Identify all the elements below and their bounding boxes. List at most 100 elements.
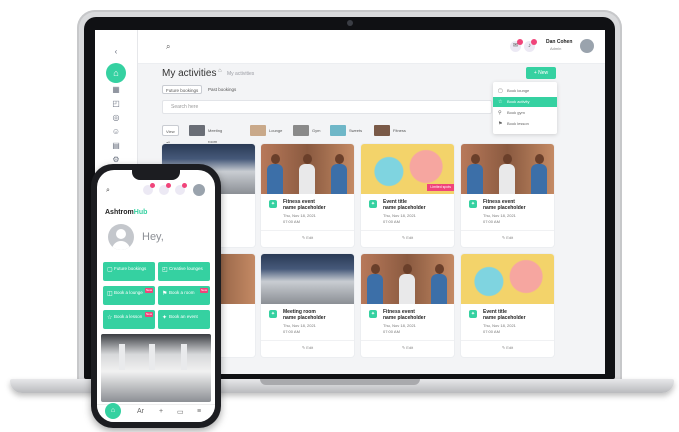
menu-item-label: Book lounge	[507, 88, 530, 93]
card-time: 07:00 AM	[483, 219, 500, 224]
card-image	[461, 144, 554, 194]
breadcrumb[interactable]: My activities	[227, 71, 254, 77]
phone-button-book-lesson[interactable]: ☆ Book a lesson New	[103, 310, 155, 329]
menu-item-book-lounge[interactable]: ▢ Book lounge	[493, 86, 557, 96]
card-subtitle: name placeholder	[383, 205, 426, 211]
collapse-icon[interactable]: ‹	[110, 46, 122, 58]
activity-icon: ✦	[469, 200, 477, 208]
card-time: 07:00 AM	[483, 329, 500, 334]
filter-fitness[interactable]: Fitness	[393, 125, 406, 136]
search-icon[interactable]: ⌕	[106, 187, 110, 195]
new-booking-menu: ▢ Book lounge ☆ Book activity ⚲ Book gym ⚑ B…	[493, 82, 557, 134]
edit-button[interactable]: ✎ Edit	[361, 230, 454, 247]
booking-card[interactable]: ✦ Fitness event name placeholder Thu, No…	[361, 254, 454, 357]
camera-icon	[347, 20, 353, 26]
avatar[interactable]	[580, 39, 594, 53]
edit-button[interactable]: ✎ Edit	[261, 230, 354, 247]
sidebar-item-bookings[interactable]: ◰	[110, 98, 122, 110]
button-label: Book an event	[169, 314, 198, 319]
search-icon[interactable]: ⌕	[166, 42, 170, 52]
phone-button-future-bookings[interactable]: ▢ Future bookings	[103, 262, 155, 281]
menu-item-book-activity[interactable]: ☆ Book activity	[493, 97, 557, 107]
card-date: Thu, Nov 18, 2021	[483, 323, 516, 328]
sidebar-item-home[interactable]: ⌂	[106, 63, 126, 83]
bell-icon[interactable]: ♪	[524, 39, 537, 52]
phone-button-book-room[interactable]: ⚑ Book a room New	[158, 286, 210, 305]
card-subtitle: name placeholder	[283, 205, 326, 211]
sidebar-item-lounges[interactable]: ◎	[110, 112, 122, 124]
bell-icon[interactable]	[159, 183, 171, 195]
menu-item-book-gym[interactable]: ⚲ Book gym	[493, 108, 557, 118]
phone-button-book-lounge[interactable]: ◫ Book a lounge New	[103, 286, 155, 305]
booking-card[interactable]: Limited spots ✦ Event title name placeho…	[361, 144, 454, 247]
booking-card[interactable]: ✦ Event title name placeholder Thu, Nov …	[461, 254, 554, 357]
menu-item-label: Book gym	[507, 110, 525, 115]
button-label: Creative lounges	[169, 266, 203, 271]
brand-name: Ashtrom	[105, 209, 134, 216]
menu-item-label: Book activity	[507, 99, 530, 104]
filter-sweets[interactable]: Sweets	[349, 125, 362, 136]
card-subtitle: name placeholder	[283, 315, 326, 321]
card-date: Thu, Nov 18, 2021	[283, 323, 316, 328]
sidebar-item-messages[interactable]: ▤	[110, 140, 122, 152]
lesson-icon: ☆	[107, 315, 113, 321]
nav-menu-icon[interactable]: ≡	[197, 408, 201, 415]
phone-button-creative-lounges[interactable]: ◰ Creative lounges	[158, 262, 210, 281]
filter-lounge[interactable]: Lounge	[269, 125, 282, 136]
card-date: Thu, Nov 18, 2021	[283, 213, 316, 218]
button-label: Book a lounge	[114, 290, 143, 295]
brand-suffix: Hub	[133, 209, 148, 216]
user-avatar-placeholder	[108, 224, 134, 250]
edit-button[interactable]: ✎ Edit	[261, 340, 354, 357]
nav-bookings-icon[interactable]: Ar	[137, 408, 144, 415]
menu-item-label: Book lesson	[507, 121, 529, 126]
avatar[interactable]	[193, 184, 205, 196]
card-subtitle: name placeholder	[483, 205, 526, 211]
edit-button[interactable]: ✎ Edit	[361, 340, 454, 357]
notification-icon[interactable]: ✉	[510, 39, 523, 52]
notification-icon[interactable]	[143, 183, 155, 195]
filter-thumb-meeting-room	[189, 125, 205, 136]
nav-messages-icon[interactable]: ▭	[177, 408, 184, 416]
new-booking-button[interactable]: + New	[526, 67, 556, 79]
card-time: 07:00 AM	[283, 219, 300, 224]
tab-future-bookings[interactable]: Future bookings	[162, 85, 203, 94]
new-badge: New	[144, 312, 153, 317]
filter-meeting-room[interactable]: Meeting room	[208, 125, 222, 144]
card-time: 07:00 AM	[283, 329, 300, 334]
nav-home-icon[interactable]: ⌂	[105, 403, 121, 419]
menu-item-book-lesson[interactable]: ⚑ Book lesson	[493, 119, 557, 129]
event-icon: ✦	[162, 315, 168, 321]
device-mockup: ‹ ⌂ ▦ ◰ ◎ ☺ ▤ ⚙ ⌕ ✉ ♪ Dan Cohen Admin My…	[0, 0, 679, 432]
featured-image	[101, 334, 211, 402]
room-icon: ⚑	[162, 291, 168, 297]
button-label: Book a room	[169, 290, 195, 295]
tab-past-bookings[interactable]: Past bookings	[205, 85, 239, 94]
sidebar-item-calendar[interactable]: ▦	[110, 84, 122, 96]
edit-button[interactable]: ✎ Edit	[461, 230, 554, 247]
home-icon[interactable]: ⌂	[218, 68, 222, 74]
card-date: Thu, Nov 18, 2021	[483, 213, 516, 218]
phone-button-book-event[interactable]: ✦ Book an event	[158, 310, 210, 329]
calendar-icon: ▢	[498, 88, 503, 94]
booking-card[interactable]: ✦ Meeting room name placeholder Thu, Nov…	[261, 254, 354, 357]
top-bar: ⌕ ✉ ♪ Dan Cohen Admin	[138, 30, 605, 64]
booking-card[interactable]: ✦ Fitness event name placeholder Thu, No…	[461, 144, 554, 247]
user-role: Admin	[550, 46, 562, 51]
card-time: 07:00 AM	[383, 219, 400, 224]
brand-logo: AshtromHub	[105, 209, 147, 216]
filter-gym[interactable]: Gym	[312, 125, 320, 136]
edit-button[interactable]: ✎ Edit	[461, 340, 554, 357]
sidebar-item-users[interactable]: ☺	[110, 126, 122, 138]
card-image	[361, 254, 454, 304]
activity-icon: ✦	[369, 200, 377, 208]
dumbbell-icon: ⚲	[498, 110, 502, 116]
nav-add-icon[interactable]: +	[159, 408, 163, 415]
booking-card[interactable]: ✦ Fitness event name placeholder Thu, No…	[261, 144, 354, 247]
filter-view-all[interactable]: View all	[162, 125, 179, 145]
status-badge: Limited spots	[427, 184, 454, 191]
chat-icon[interactable]	[175, 183, 187, 195]
search-input[interactable]: Search here	[162, 100, 492, 114]
star-icon: ☆	[498, 99, 503, 105]
button-label: Future bookings	[114, 266, 147, 271]
